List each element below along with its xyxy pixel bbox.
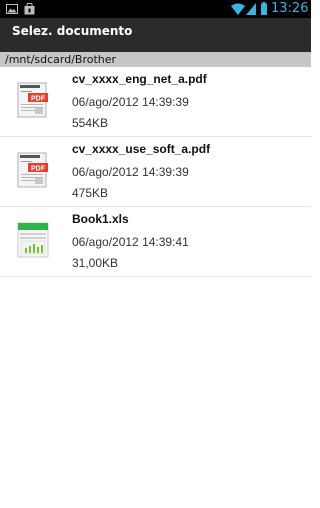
- path-bar: /mnt/sdcard/Brother: [0, 52, 311, 67]
- screen: 13:26 Selez. documento /mnt/sdcard/Broth…: [0, 0, 311, 508]
- status-bar: 13:26: [0, 0, 311, 18]
- pdf-file-icon: PDF: [17, 152, 48, 188]
- file-size: 554KB: [72, 116, 109, 130]
- file-size: 475KB: [72, 186, 109, 200]
- file-date: 06/ago/2012 14:39:41: [72, 235, 189, 249]
- image-icon: [6, 4, 18, 14]
- page-title: Selez. documento: [12, 24, 133, 38]
- battery-icon: [261, 2, 267, 15]
- svg-text:PDF: PDF: [31, 96, 46, 103]
- file-name: Book1.xls: [72, 212, 129, 226]
- status-time: 13:26: [271, 1, 309, 16]
- current-path: /mnt/sdcard/Brother: [5, 53, 117, 66]
- svg-text:PDF: PDF: [31, 166, 46, 173]
- list-item[interactable]: PDF cv_xxxx_eng_net_a.pdf 06/ago/2012 14…: [0, 67, 311, 137]
- list-item[interactable]: PDF cv_xxxx_use_soft_a.pdf 06/ago/2012 1…: [0, 137, 311, 207]
- file-name: cv_xxxx_eng_net_a.pdf: [72, 72, 207, 86]
- title-bar: Selez. documento: [0, 18, 311, 52]
- wifi-icon: [231, 3, 245, 15]
- list-item[interactable]: Book1.xls 06/ago/2012 14:39:41 31,00KB: [0, 207, 311, 277]
- file-list: PDF cv_xxxx_eng_net_a.pdf 06/ago/2012 14…: [0, 67, 311, 277]
- bag-icon: [24, 3, 35, 15]
- file-size: 31,00KB: [72, 256, 119, 270]
- xls-file-icon: [17, 222, 49, 258]
- file-name: cv_xxxx_use_soft_a.pdf: [72, 142, 211, 156]
- file-date: 06/ago/2012 14:39:39: [72, 95, 189, 109]
- file-date: 06/ago/2012 14:39:39: [72, 165, 189, 179]
- signal-icon: [246, 3, 256, 15]
- pdf-file-icon: PDF: [17, 82, 48, 118]
